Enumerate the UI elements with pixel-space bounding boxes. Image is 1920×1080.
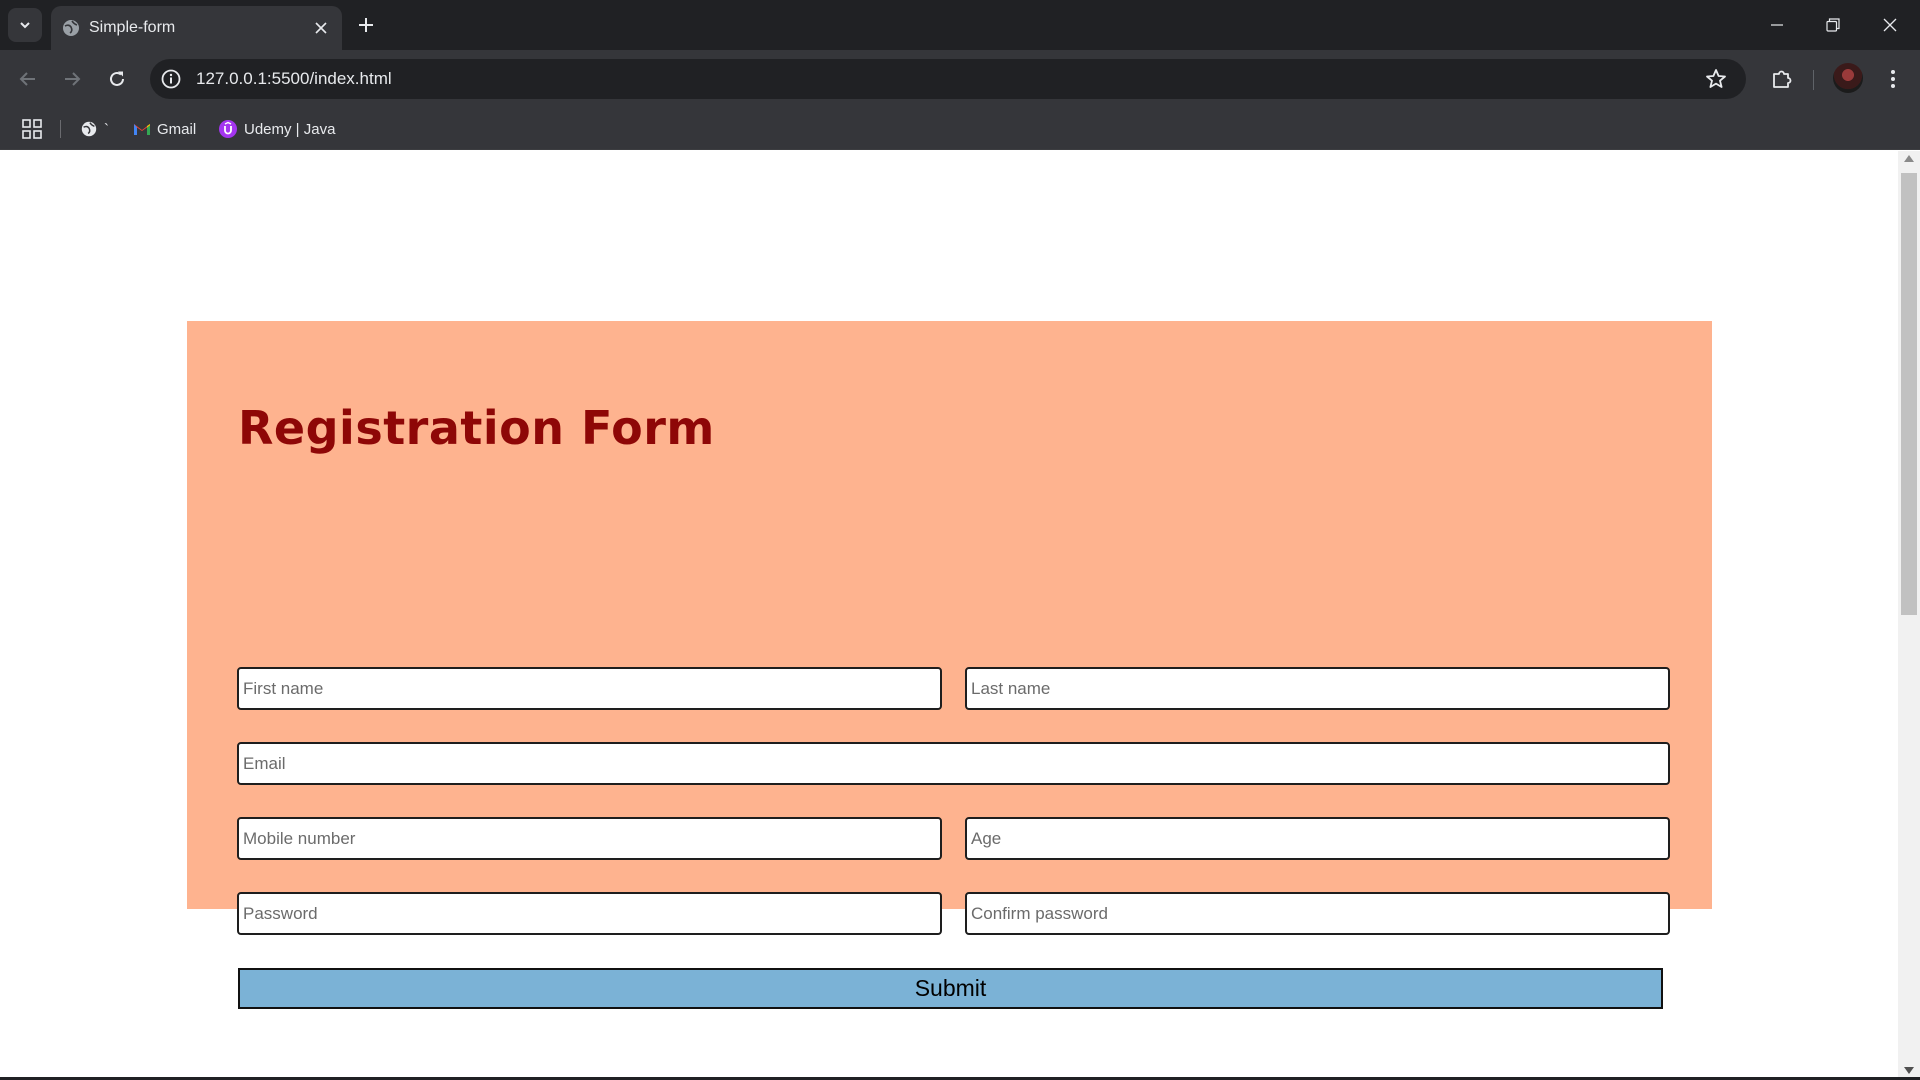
- bookmark-udemy[interactable]: Udemy | Java: [218, 116, 335, 142]
- profile-avatar[interactable]: [1833, 63, 1863, 93]
- url-text[interactable]: 127.0.0.1:5500/index.html: [196, 69, 392, 89]
- page-viewport: Registration Form Submit: [0, 151, 1898, 1078]
- forward-button[interactable]: [55, 62, 89, 96]
- info-icon[interactable]: [160, 68, 182, 90]
- first-name-input[interactable]: [237, 667, 942, 710]
- apps-grid-icon[interactable]: [20, 117, 44, 141]
- vertical-scrollbar[interactable]: [1898, 151, 1920, 1078]
- new-tab-button[interactable]: [352, 11, 380, 39]
- bookmark-label: Gmail: [157, 120, 197, 138]
- menu-button[interactable]: [1876, 62, 1910, 96]
- udemy-icon: [219, 120, 237, 138]
- email-input[interactable]: [237, 742, 1670, 785]
- chevron-down-icon: [20, 22, 30, 29]
- restore-icon: [1826, 18, 1840, 32]
- back-button[interactable]: [11, 62, 45, 96]
- globe-icon: [81, 121, 97, 137]
- arrow-right-icon: [65, 72, 81, 86]
- scroll-up-arrow[interactable]: [1904, 155, 1914, 162]
- bookmark-globe[interactable]: `: [80, 116, 109, 142]
- restore-button[interactable]: [1816, 8, 1850, 42]
- registration-form: Registration Form Submit: [187, 321, 1712, 1009]
- scroll-down-arrow[interactable]: [1904, 1067, 1914, 1074]
- star-icon[interactable]: [1704, 67, 1728, 91]
- age-input[interactable]: [965, 817, 1670, 860]
- extensions-button[interactable]: [1765, 62, 1799, 96]
- bookmark-label: Udemy | Java: [244, 120, 336, 138]
- mobile-number-input[interactable]: [237, 817, 942, 860]
- bookmarks-divider: [60, 120, 61, 138]
- last-name-input[interactable]: [965, 667, 1670, 710]
- form-title: Registration Form: [238, 401, 715, 455]
- scroll-thumb[interactable]: [1901, 173, 1917, 615]
- browser-toolbar: 127.0.0.1:5500/index.html: [0, 50, 1920, 108]
- close-window-button[interactable]: [1873, 8, 1907, 42]
- bookmark-gmail[interactable]: Gmail: [133, 116, 196, 142]
- close-icon: [315, 22, 327, 34]
- tab-close-button[interactable]: [309, 16, 333, 40]
- address-bar[interactable]: 127.0.0.1:5500/index.html: [150, 59, 1746, 99]
- gmail-icon: [134, 124, 150, 135]
- globe-icon: [63, 20, 79, 36]
- more-vertical-icon: [1891, 70, 1895, 88]
- bookmark-label: `: [104, 120, 109, 138]
- reload-icon: [110, 71, 124, 86]
- arrow-left-icon: [19, 72, 35, 86]
- reload-button[interactable]: [100, 62, 134, 96]
- confirm-password-input[interactable]: [965, 892, 1670, 935]
- tab-strip: Simple-form: [0, 0, 1920, 50]
- plus-icon: [359, 18, 373, 32]
- minimize-icon: [1771, 24, 1783, 26]
- tab-title: Simple-form: [89, 19, 176, 36]
- bookmarks-bar: ` Gmail Udemy | Java: [0, 108, 1920, 150]
- puzzle-icon: [1773, 70, 1792, 88]
- toolbar-divider: [1813, 70, 1814, 90]
- close-icon: [1883, 18, 1897, 32]
- submit-button[interactable]: Submit: [238, 968, 1663, 1009]
- password-input[interactable]: [237, 892, 942, 935]
- tab-search-button[interactable]: [8, 8, 42, 42]
- minimize-button[interactable]: [1760, 8, 1794, 42]
- active-tab[interactable]: Simple-form: [51, 6, 342, 50]
